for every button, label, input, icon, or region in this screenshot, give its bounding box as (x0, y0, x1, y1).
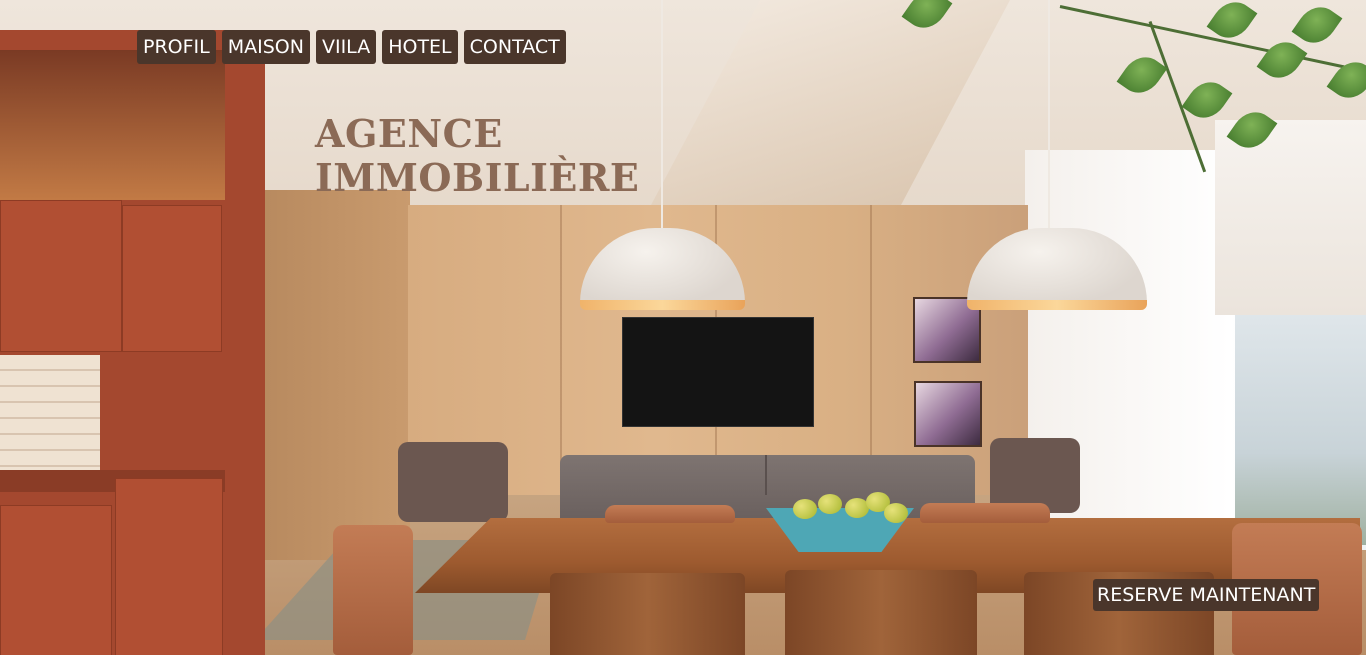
fruit (818, 494, 842, 514)
lamp-glow (967, 300, 1147, 310)
city-view (1235, 315, 1366, 545)
dining-chair (605, 505, 735, 523)
cabinet-shelf (0, 50, 225, 200)
dining-chair (550, 573, 745, 655)
lamp-cord (661, 0, 663, 235)
armchair (398, 442, 508, 522)
window-blind (1215, 120, 1366, 315)
fruit (884, 503, 908, 523)
brick-backsplash (0, 355, 100, 485)
hero-background-photo (0, 0, 1366, 655)
nav-profil-button[interactable]: PROFIL (137, 30, 216, 64)
side-wood-wall (265, 190, 410, 560)
nav-hotel-button[interactable]: HOTEL (382, 30, 458, 64)
fruit (793, 499, 817, 519)
lamp-cord (1048, 0, 1050, 235)
nav-viila-button[interactable]: VIILA (315, 30, 377, 64)
page-title: AGENCE IMMOBILIÈRE (315, 112, 639, 200)
title-line-1: AGENCE (315, 111, 503, 156)
wall-seam (560, 205, 562, 495)
reserve-now-button[interactable]: RESERVE MAINTENANT (1093, 579, 1320, 611)
wall-seam (870, 205, 872, 495)
nav-maison-button[interactable]: MAISON (221, 30, 310, 64)
nav-contact-button[interactable]: CONTACT (463, 30, 566, 64)
cabinet-door (122, 205, 222, 352)
cabinet-door (115, 478, 223, 655)
cabinet-door (0, 505, 112, 655)
wall-art-frame (914, 381, 982, 447)
dining-chair (785, 570, 977, 655)
title-line-2: IMMOBILIÈRE (315, 155, 640, 200)
television (622, 317, 814, 427)
lamp-glow (580, 300, 745, 310)
cabinet-door (0, 200, 122, 352)
main-nav: PROFIL MAISON VIILA HOTEL CONTACT (137, 30, 566, 64)
sofa-seam (765, 455, 767, 495)
dining-chair (333, 525, 413, 655)
armchair (990, 438, 1080, 513)
dining-chair (920, 503, 1050, 523)
